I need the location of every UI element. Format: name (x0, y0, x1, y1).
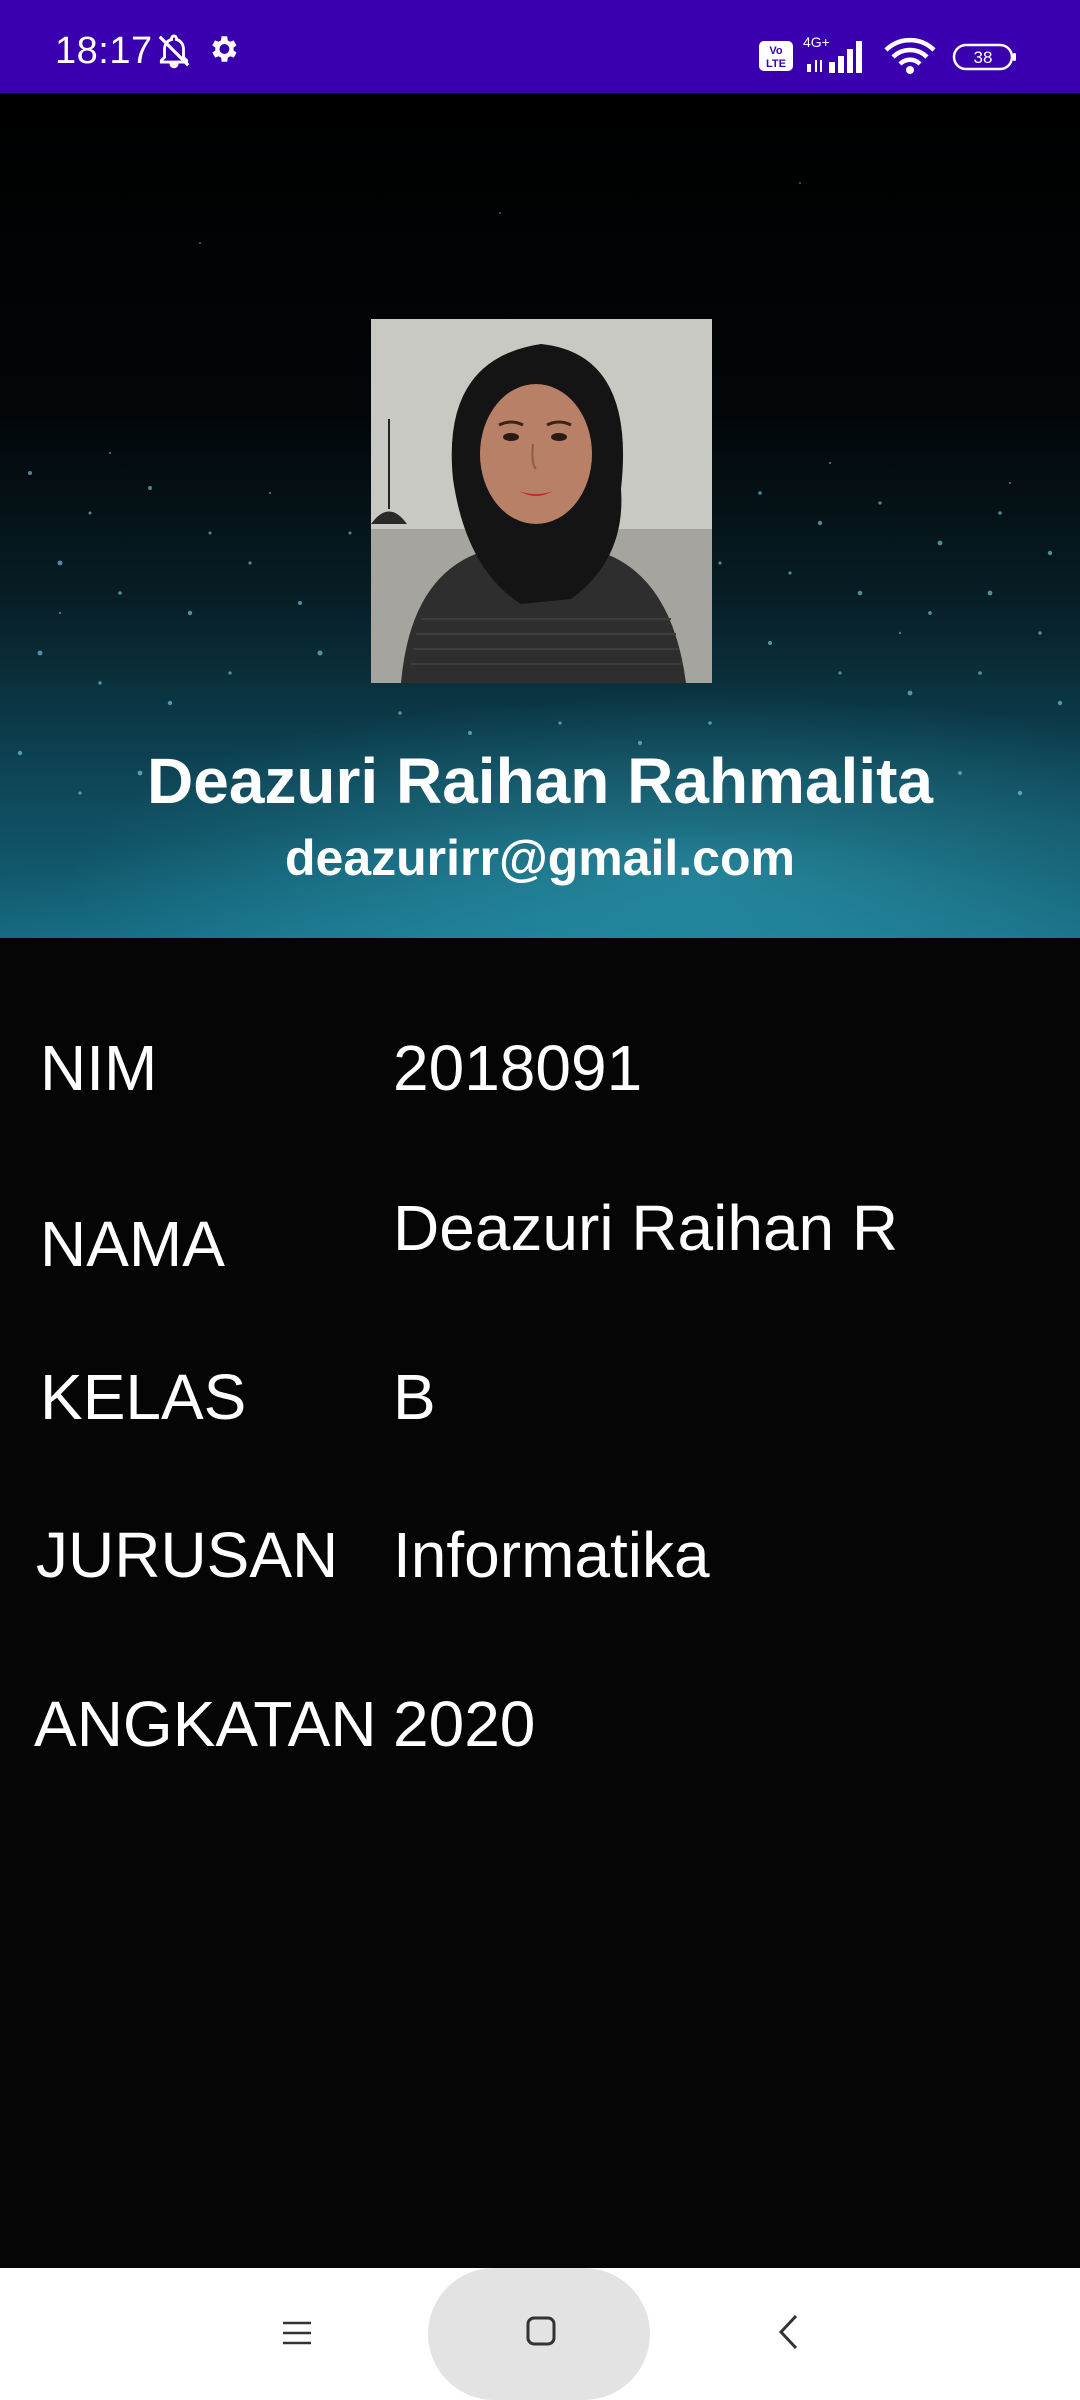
nama-value: Deazuri Raihan R (393, 1192, 899, 1264)
angkatan-label: ANGKATAN (34, 1688, 377, 1760)
wifi-icon (884, 37, 936, 74)
bell-off-icon (158, 34, 190, 69)
status-time: 18:17 (55, 30, 153, 72)
jurusan-label: JURUSAN (36, 1519, 339, 1591)
navigation-bar (0, 2268, 1080, 2400)
profile-email: deazurirr@gmail.com (284, 830, 795, 886)
profile-header: Deazuri Raihan Rahmalita deazurirr@gmail… (0, 93, 1080, 938)
kelas-value: B (393, 1361, 436, 1433)
svg-text:Vo: Vo (769, 45, 783, 57)
student-details: NIM 2018091 NAMA Deazuri Raihan R KELAS … (0, 938, 1080, 2268)
nama-label: NAMA (40, 1208, 225, 1280)
battery-level: 38 (974, 48, 993, 67)
status-bar: 18:17 Vo LTE 4G+ 38 (0, 0, 1080, 93)
volte-icon: Vo LTE (759, 41, 793, 71)
angkatan-value: 2020 (393, 1688, 536, 1760)
profile-photo (371, 319, 712, 683)
nim-value: 2018091 (393, 1032, 643, 1104)
svg-text:LTE: LTE (766, 58, 786, 70)
home-icon[interactable] (525, 2315, 557, 2347)
signal-icon: 4G+ (803, 34, 862, 73)
settings-icon (212, 36, 237, 62)
back-icon[interactable] (776, 2312, 800, 2352)
network-type-label: 4G+ (803, 34, 830, 50)
jurusan-value: Informatika (393, 1519, 710, 1591)
battery-icon: 38 (952, 43, 1016, 71)
nim-label: NIM (40, 1032, 158, 1104)
profile-name: Deazuri Raihan Rahmalita (147, 745, 933, 817)
profile-photo-illustration (371, 319, 712, 683)
menu-icon[interactable] (280, 2316, 314, 2350)
kelas-label: KELAS (40, 1361, 247, 1433)
